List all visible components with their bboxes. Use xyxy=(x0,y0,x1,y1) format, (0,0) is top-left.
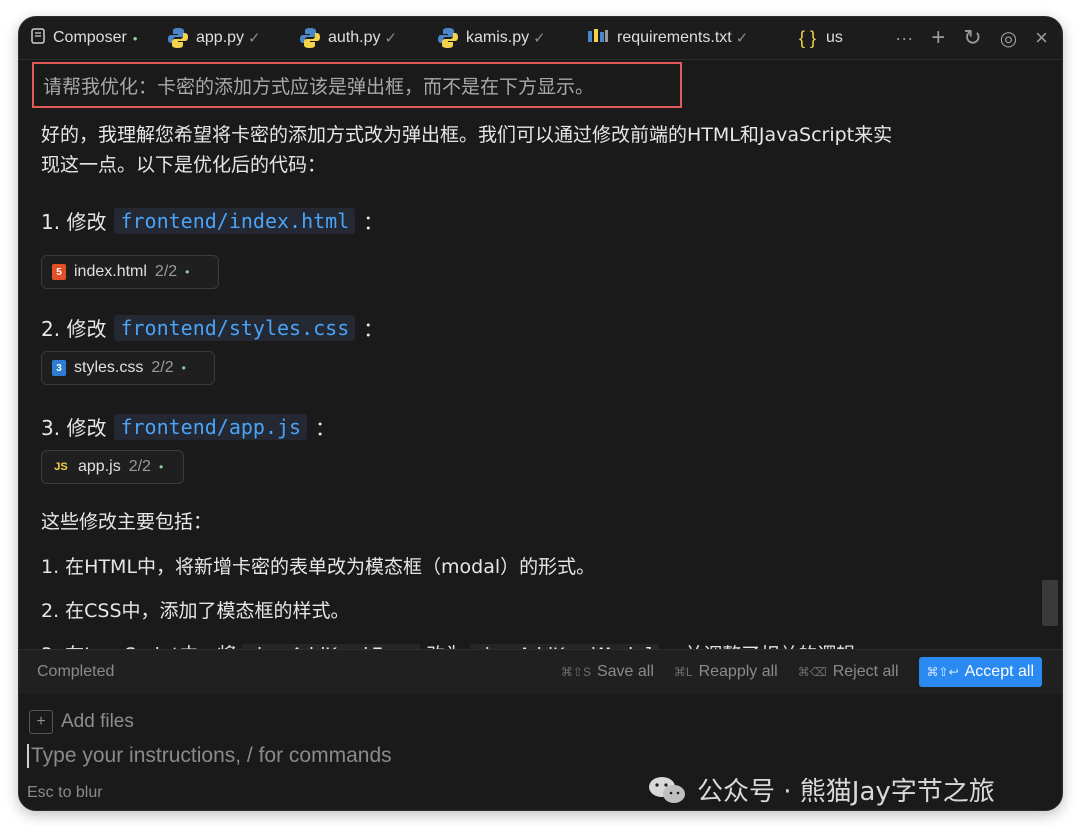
more-icon[interactable]: ··· xyxy=(895,28,913,49)
scrollbar-thumb[interactable] xyxy=(1042,580,1058,626)
plus-icon: + xyxy=(29,710,53,734)
tab-auth-py[interactable]: auth.py ✓ xyxy=(299,17,437,59)
check-icon: ✓ xyxy=(735,30,749,47)
file-chip-app-js[interactable]: JS app.js 2/2 • xyxy=(41,450,184,484)
python-icon xyxy=(299,27,321,49)
tab-actions: ··· + ↻ ◎ × xyxy=(895,24,1062,52)
watermark: 公众号 · 熊猫Jay字节之旅 xyxy=(647,771,995,808)
accept-all-button[interactable]: ⌘⇧↩ Accept all xyxy=(918,657,1042,687)
reject-all-label: Reject all xyxy=(832,663,899,680)
user-query: 请帮我优化：卡密的添加方式应该是弹出框，而不是在下方显示。 xyxy=(32,62,682,108)
watermark-text: 公众号 · 熊猫Jay字节之旅 xyxy=(697,777,995,807)
tab-app-py-label: app.py xyxy=(196,29,245,46)
reject-shortcut: ⌘⌫ xyxy=(797,665,827,679)
add-icon[interactable]: + xyxy=(931,24,945,52)
step-2-path-link[interactable]: frontend/styles.css xyxy=(114,314,356,341)
tab-auth-py-label: auth.py xyxy=(328,29,381,46)
composer-window: Composer • app.py ✓ auth.py ✓ kamis.py ✓ xyxy=(18,16,1063,811)
tab-composer-label: Composer xyxy=(53,29,127,46)
reapply-shortcut: ⌘L xyxy=(673,665,693,679)
json-braces-icon: { } xyxy=(799,27,817,48)
save-all-button[interactable]: ⌘⇧S Save all xyxy=(561,663,654,681)
wechat-icon xyxy=(647,775,687,805)
step-1-prefix: 1. 修改 xyxy=(41,210,107,234)
check-icon: ✓ xyxy=(533,30,546,47)
tab-us[interactable]: { } us xyxy=(799,17,859,59)
html5-icon: 5 xyxy=(52,264,66,280)
chip-styles-count: 2/2 xyxy=(151,359,174,376)
summary-heading: 这些修改主要包括： xyxy=(41,511,213,533)
requirements-icon xyxy=(587,28,609,49)
instructions-input[interactable]: Type your instructions, / for commands xyxy=(27,744,392,768)
settings-icon[interactable]: ◎ xyxy=(1000,26,1017,51)
summary-point-1: 1. 在HTML中，将新增卡密的表单改为模态框（modal）的形式。 xyxy=(41,556,596,578)
tab-kamis-py-label: kamis.py xyxy=(466,29,530,46)
reapply-all-label: Reapply all xyxy=(698,663,778,680)
python-icon xyxy=(167,27,189,49)
chip-index-count: 2/2 xyxy=(154,263,178,280)
python-icon xyxy=(437,27,459,49)
add-files-button[interactable]: + Add files xyxy=(29,710,134,734)
accept-shortcut: ⌘⇧↩ xyxy=(926,665,959,679)
file-chip-index-html[interactable]: 5 index.html 2/2 • xyxy=(41,255,219,289)
accept-all-label: Accept all xyxy=(964,663,1034,680)
reapply-all-button[interactable]: ⌘L Reapply all xyxy=(674,663,778,681)
javascript-icon: JS xyxy=(54,461,68,473)
step-3-prefix: 3. 修改 xyxy=(41,416,107,440)
chip-app-name: app.js xyxy=(78,458,121,475)
status-text: Completed xyxy=(37,663,115,680)
action-bar: Completed ⌘⇧S Save all ⌘L Reapply all ⌘⌫… xyxy=(19,649,1062,695)
reject-all-button[interactable]: ⌘⌫ Reject all xyxy=(798,663,899,681)
step-3-path-link[interactable]: frontend/app.js xyxy=(114,413,308,440)
step-3-colon: ： xyxy=(315,416,336,440)
tab-composer-dot: • xyxy=(132,30,138,46)
input-area: + Add files Type your instructions, / fo… xyxy=(19,694,1062,810)
response-intro-line1: 好的，我理解您希望将卡密的添加方式改为弹出框。我们可以通过修改前端的HTML和J… xyxy=(41,124,893,146)
history-icon[interactable]: ↻ xyxy=(963,25,981,51)
css3-icon: 3 xyxy=(52,360,66,376)
conversation-content: 请帮我优化：卡密的添加方式应该是弹出框，而不是在下方显示。 好的，我理解您希望将… xyxy=(19,60,1062,665)
check-icon: ✓ xyxy=(384,30,398,47)
chip-styles-name: styles.css xyxy=(74,359,144,376)
chip-app-dot: • xyxy=(158,460,164,474)
step-1-path-link[interactable]: frontend/index.html xyxy=(114,207,356,234)
save-shortcut: ⌘⇧S xyxy=(560,665,591,679)
summary-point-2: 2. 在CSS中，添加了模态框的样式。 xyxy=(41,600,350,622)
tab-requirements-txt[interactable]: requirements.txt ✓ xyxy=(587,17,799,59)
tab-us-label: us xyxy=(826,29,843,46)
tab-kamis-py[interactable]: kamis.py ✓ xyxy=(437,17,587,59)
close-icon[interactable]: × xyxy=(1035,25,1048,51)
save-all-label: Save all xyxy=(596,663,654,680)
chip-index-name: index.html xyxy=(74,263,147,280)
file-chip-styles-css[interactable]: 3 styles.css 2/2 • xyxy=(41,351,215,385)
composer-icon xyxy=(31,27,45,49)
chip-app-count: 2/2 xyxy=(128,458,151,475)
tab-requirements-label: requirements.txt xyxy=(617,29,732,46)
esc-hint: Esc to blur xyxy=(27,784,103,801)
action-buttons: ⌘⇧S Save all ⌘L Reapply all ⌘⌫ Reject al… xyxy=(561,657,1062,687)
tab-app-py[interactable]: app.py ✓ xyxy=(167,17,299,59)
step-3: 3. 修改 frontend/app.js ： xyxy=(41,412,335,441)
response-intro-line2: 现这一点。以下是优化后的代码： xyxy=(41,154,327,176)
step-2-colon: ： xyxy=(363,317,384,341)
tab-composer[interactable]: Composer • xyxy=(19,17,167,59)
step-2: 2. 修改 frontend/styles.css ： xyxy=(41,313,383,342)
step-1-colon: ： xyxy=(363,210,384,234)
step-2-prefix: 2. 修改 xyxy=(41,317,107,341)
add-files-label: Add files xyxy=(61,711,134,732)
chip-index-dot: • xyxy=(185,265,190,279)
step-1: 1. 修改 frontend/index.html ： xyxy=(41,206,383,235)
check-icon: ✓ xyxy=(248,30,261,47)
tab-bar: Composer • app.py ✓ auth.py ✓ kamis.py ✓ xyxy=(19,17,1062,60)
chip-styles-dot: • xyxy=(181,361,186,375)
